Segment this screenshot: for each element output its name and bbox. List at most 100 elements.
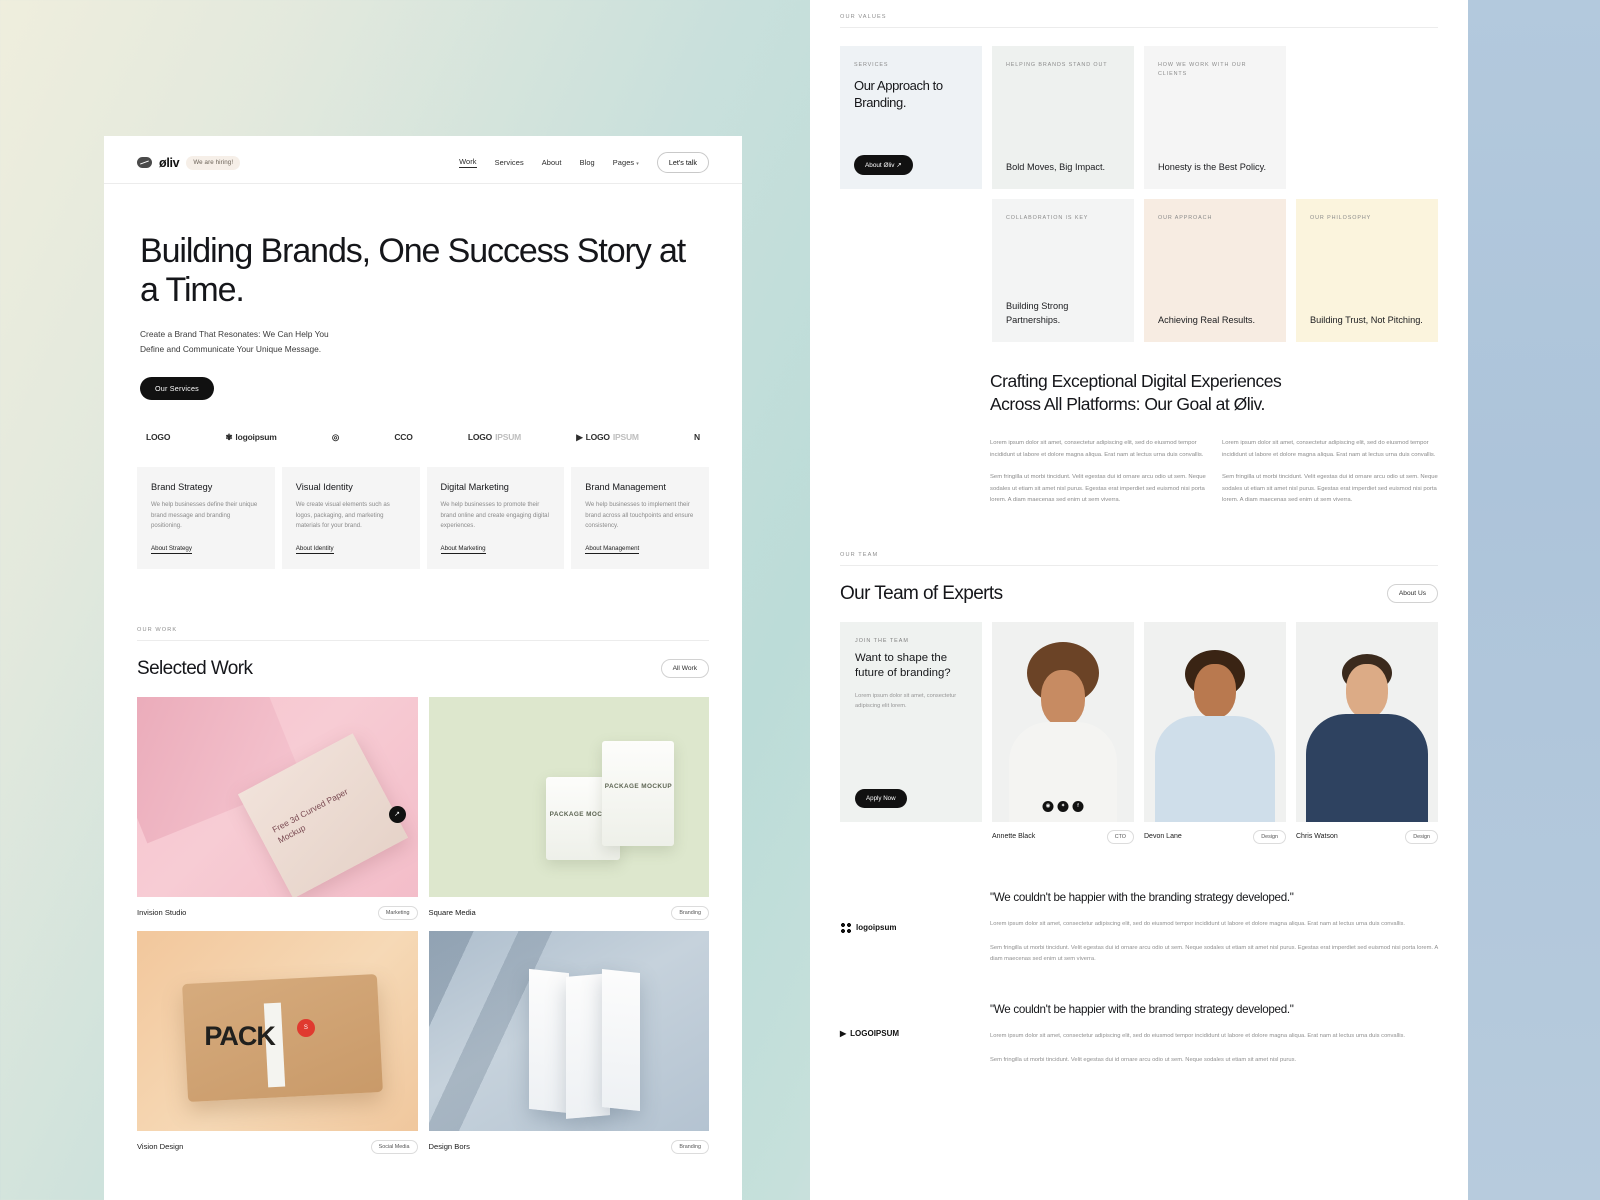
team-member-photo: ◉ ✦ f	[992, 621, 1134, 822]
team-member-role: CTO	[1106, 829, 1134, 844]
client-logo-3: ◎	[331, 431, 340, 442]
value-card-services[interactable]: SERVICES Our Approach to Branding. About…	[840, 46, 982, 189]
craft-column-1: Lorem ipsum dolor sit amet, consectetur …	[990, 438, 1206, 518]
brand-lockup[interactable]: øliv We are hiring!	[137, 155, 241, 170]
hero-title: Building Brands, One Success Story at a …	[140, 232, 686, 310]
twitter-icon[interactable]: ✦	[1057, 800, 1069, 812]
our-services-button[interactable]: Our Services	[140, 376, 214, 400]
team-member-card[interactable]: ◉ ✦ f Annette Black CTO	[992, 621, 1134, 844]
testimonial-paragraph: Lorem ipsum dolor sit amet, consectetur …	[990, 920, 1406, 927]
value-card-collaboration[interactable]: COLLABORATION IS KEY Building Strong Par…	[992, 199, 1134, 342]
team-member-card[interactable]: Devon Lane Design	[1144, 621, 1286, 844]
about-oliv-button[interactable]: About Øliv ↗	[854, 155, 913, 175]
value-statement: Building Strong Partnerships.	[1006, 300, 1069, 326]
craft-paragraph: Lorem ipsum dolor sit amet, consectetur …	[1222, 440, 1436, 458]
testimonial-body: "We couldn't be happier with the brandin…	[990, 1002, 1438, 1067]
client-logo-1-text: LOGO	[146, 432, 171, 443]
work-tag: Branding	[671, 905, 709, 920]
service-card-strategy[interactable]: Brand Strategy We help businesses define…	[137, 466, 275, 569]
team-eyebrow: OUR TEAM	[840, 552, 1438, 566]
nav-link-services[interactable]: Services	[495, 158, 524, 167]
value-eyebrow: SERVICES	[854, 62, 889, 68]
testimonials-section: logoipsum "We couldn't be happier with t…	[840, 872, 1438, 1066]
work-tag: Social Media	[370, 1139, 418, 1154]
team-member-role: Design	[1405, 829, 1438, 844]
work-tag: Marketing	[377, 905, 418, 920]
work-card-square-media[interactable]: PACKAGE MOCKUP PACKAGE MOCKUP Square Med…	[428, 696, 709, 920]
play-triangle-icon: ▶	[840, 1029, 847, 1039]
client-logo-2-text: logoipsum	[235, 432, 277, 443]
service-card-marketing[interactable]: Digital Marketing We help businesses to …	[426, 466, 565, 569]
work-card-design-bors[interactable]: Design Bors Branding	[428, 930, 709, 1154]
nav-link-work[interactable]: Work	[459, 157, 477, 168]
value-eyebrow: COLLABORATION IS KEY	[1006, 215, 1089, 221]
package-tin-shape-b: PACKAGE MOCKUP	[602, 740, 675, 846]
value-eyebrow: HELPING BRANDS STAND OUT	[1006, 62, 1108, 68]
team-member-role: Design	[1253, 829, 1286, 844]
testimonial-logo-2: ▶ LOGOIPSUM	[840, 1002, 990, 1067]
about-us-button[interactable]: About Us	[1386, 584, 1438, 604]
testimonial-paragraph: Sem fringilla ut morbi tincidunt. Velit …	[990, 1056, 1297, 1063]
right-background-strip	[1468, 0, 1600, 1200]
values-grid: SERVICES Our Approach to Branding. About…	[840, 46, 1438, 342]
work-art-text-2: PACKAGE MOCKUP	[604, 782, 673, 790]
facebook-icon[interactable]: f	[1072, 800, 1084, 812]
lets-talk-button[interactable]: Let's talk	[656, 152, 709, 173]
service-link[interactable]: About Identity	[295, 545, 334, 554]
testimonial-paragraph: Sem fringilla ut morbi tincidunt. Velit …	[990, 945, 1438, 963]
join-desc: Lorem ipsum dolor sit amet, consectetur …	[855, 692, 957, 709]
all-work-button[interactable]: All Work	[660, 659, 709, 679]
value-card-philosophy[interactable]: OUR PHILOSOPHY Building Trust, Not Pitch…	[1296, 199, 1438, 342]
red-stamp-icon: S	[296, 1018, 315, 1037]
service-desc: We help businesses to promote their bran…	[440, 500, 549, 530]
head-shape	[1041, 669, 1085, 726]
craft-column-2: Lorem ipsum dolor sit amet, consectetur …	[1222, 438, 1438, 518]
service-link[interactable]: About Strategy	[151, 545, 192, 554]
testimonial-paragraph: Lorem ipsum dolor sit amet, consectetur …	[990, 1032, 1406, 1039]
service-link[interactable]: About Marketing	[440, 545, 486, 554]
service-card-identity[interactable]: Visual Identity We create visual element…	[281, 466, 420, 569]
service-title: Visual Identity	[295, 481, 353, 492]
service-desc: We create visual elements such as logos,…	[295, 500, 390, 530]
value-statement: Honesty is the Best Policy.	[1158, 162, 1267, 173]
hero-section: Building Brands, One Success Story at a …	[104, 184, 742, 400]
arrow-up-right-icon[interactable]: ↗	[388, 805, 406, 823]
hero-subtitle: Create a Brand That Resonates: We Can He…	[140, 327, 706, 358]
team-join-card[interactable]: JOIN THE TEAM Want to shape the future o…	[840, 621, 982, 844]
work-art-text: PACK	[204, 1020, 276, 1051]
nav-link-pages[interactable]: Pages ▾	[613, 158, 639, 167]
hiring-badge[interactable]: We are hiring!	[186, 155, 241, 170]
torso-shape	[1155, 715, 1275, 822]
team-member-card[interactable]: Chris Watson Design	[1296, 621, 1438, 844]
nav-link-blog[interactable]: Blog	[580, 158, 595, 167]
client-logo-4: CCO	[394, 432, 413, 442]
value-card-bold-moves[interactable]: HELPING BRANDS STAND OUT Bold Moves, Big…	[992, 46, 1134, 189]
torso-shape	[1306, 713, 1428, 822]
nav-link-about[interactable]: About	[542, 158, 562, 167]
apply-now-button[interactable]: Apply Now	[855, 788, 907, 808]
service-title: Brand Strategy	[151, 481, 213, 492]
work-name: Vision Design	[137, 1142, 184, 1152]
head-shape	[1346, 663, 1388, 718]
service-desc: We help businesses define their unique b…	[151, 500, 258, 530]
work-card-vision-design[interactable]: PACK S Vision Design Social Media	[137, 930, 418, 1154]
work-tag: Branding	[671, 1139, 709, 1154]
work-card-invision[interactable]: Free 3d Curved Paper Mockup ↗ Invision S…	[137, 696, 418, 920]
team-grid: JOIN THE TEAM Want to shape the future o…	[840, 621, 1438, 844]
page-title-selected-work: Selected Work	[137, 657, 253, 679]
value-grid-spacer	[1296, 46, 1438, 189]
client-logo-5-text: LOGO	[467, 432, 493, 443]
team-member-name: Devon Lane	[1144, 833, 1182, 841]
instagram-icon[interactable]: ◉	[1042, 800, 1054, 812]
social-icons[interactable]: ◉ ✦ f	[1042, 800, 1084, 812]
craft-paragraph: Lorem ipsum dolor sit amet, consectetur …	[990, 440, 1204, 458]
join-eyebrow: JOIN THE TEAM	[855, 637, 909, 644]
value-card-approach[interactable]: OUR APPROACH Achieving Real Results.	[1144, 199, 1286, 342]
craft-paragraph: Sem fringilla ut morbi tincidunt. Velit …	[1222, 474, 1438, 504]
team-member-name: Annette Black	[992, 833, 1036, 841]
client-logo-7-text: N	[694, 432, 700, 443]
service-card-management[interactable]: Brand Management We help businesses to i…	[571, 466, 709, 569]
team-member-photo	[1144, 621, 1286, 822]
service-link[interactable]: About Management	[585, 545, 640, 554]
value-card-honesty[interactable]: HOW WE WORK WITH OUR CLIENTS Honesty is …	[1144, 46, 1286, 189]
